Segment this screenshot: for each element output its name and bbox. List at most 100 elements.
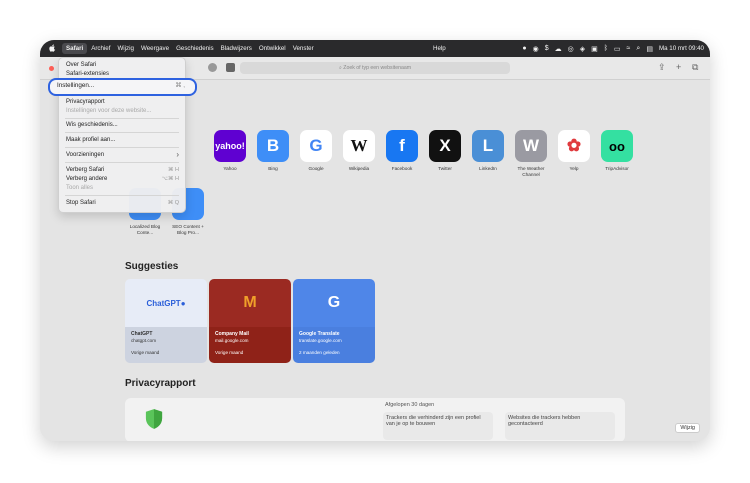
clock[interactable]: Ma 10 mrt 09:40	[659, 45, 704, 52]
menu-weergave[interactable]: Weergave	[141, 45, 169, 52]
menu-item-settings[interactable]: Instellingen... ⌘ ,	[48, 78, 197, 96]
favorite-linkedin[interactable]: L LinkedIn	[468, 130, 508, 172]
privacy-report-card[interactable]: Afgelopen 30 dagen Trackers die verhinde…	[125, 398, 625, 441]
favorite-icon: X	[429, 130, 461, 162]
suggestions-title: Suggesties	[125, 261, 179, 272]
apple-icon[interactable]	[48, 44, 56, 53]
menu-item-privacy-report[interactable]: Privacyrapport	[66, 98, 179, 106]
suggestion-card[interactable]: M Company Mail mail.google.com Vorige maand	[209, 279, 291, 363]
menu-item-quit[interactable]: Stop Safari ⌘ Q	[66, 199, 179, 207]
address-placeholder: Zoek of typ een websitenaam	[343, 65, 412, 71]
suggestion-card[interactable]: G Google Translate translate.google.com 2 m…	[293, 279, 375, 363]
menu-item-about[interactable]: Over Safari	[66, 61, 179, 69]
menu-wijzig[interactable]: Wijzig	[117, 45, 134, 52]
favorite-glyph: G	[309, 136, 323, 155]
tab-overview-icon[interactable]: ⧉	[692, 62, 698, 73]
status-app-icon-1[interactable]: ●	[522, 45, 526, 52]
favorite-glyph: yahoo!	[215, 141, 245, 151]
favorite-label: Localized Blog Conte...	[129, 224, 161, 235]
favorite-icon: ✿	[558, 130, 590, 162]
chevron-right-icon: ›	[176, 150, 179, 159]
menu-ontwikkel[interactable]: Ontwikkel	[259, 45, 286, 52]
favorite-label: Google	[308, 166, 324, 171]
menu-geschiedenis[interactable]: Geschiedenis	[176, 45, 214, 52]
suggestion-url: translate.google.com	[299, 338, 342, 343]
menu-item-hide-others[interactable]: Verberg andere ⌥⌘ H	[66, 175, 179, 183]
privacy-title: Privacyrapport	[125, 378, 196, 389]
edit-button[interactable]: Wijzig	[675, 423, 700, 433]
favorite-label: The Weather Channel	[517, 166, 545, 177]
menu-archief[interactable]: Archief	[91, 45, 110, 52]
suggestion-name: Google Translate	[299, 331, 340, 337]
favorite-glyph: W	[350, 136, 368, 155]
menu-separator	[65, 118, 179, 119]
control-center-icon[interactable]: ▤	[646, 45, 653, 53]
favorite-icon: f	[386, 130, 418, 162]
favorite-icon: yahoo!	[214, 130, 246, 162]
favorite-label: TripAdvisor	[605, 166, 629, 171]
menu-item-hide-safari[interactable]: Verberg Safari ⌘ H	[66, 166, 179, 174]
status-dollar-icon[interactable]: $	[545, 45, 549, 52]
favorite-wikipedia[interactable]: W Wikipedia	[339, 130, 379, 172]
battery-icon[interactable]: ▭	[614, 45, 621, 53]
favorite-label: Bing	[268, 166, 278, 171]
favorite-glyph: L	[482, 136, 494, 155]
suggestion-card[interactable]: ChatGPT● ChatGPT chatgpt.com Vorige maand	[125, 279, 207, 363]
favorite-glyph: B	[266, 136, 280, 155]
share-icon[interactable]: ⇪	[658, 62, 666, 73]
menu-separator	[65, 147, 179, 148]
suggestion-time: 2 maanden geleden	[299, 350, 340, 355]
favorite-glyph: f	[399, 136, 405, 155]
favorite-icon: B	[257, 130, 289, 162]
search-icon[interactable]: ⌕	[636, 45, 640, 53]
favorite-label: Yelp	[569, 166, 579, 171]
new-tab-icon[interactable]: +	[676, 62, 681, 72]
menu-item-extensions[interactable]: Safari-extensies	[66, 70, 179, 78]
favorite-facebook[interactable]: f Facebook	[382, 130, 422, 172]
menu-venster[interactable]: Venster	[293, 45, 314, 52]
favorite-icon: W	[515, 130, 547, 162]
menu-separator	[65, 195, 179, 196]
favorite-icon: W	[343, 130, 375, 162]
status-app-icon-4[interactable]: ◈	[580, 45, 585, 53]
favorite-bing[interactable]: B Bing	[253, 130, 293, 172]
suggestion-time: Vorige maand	[215, 350, 244, 355]
favorite-label: Wikipedia	[348, 166, 370, 171]
address-bar[interactable]: ⌕ Zoek of typ een websitenaam	[240, 62, 510, 74]
suggestion-name: Company Mail	[215, 331, 249, 337]
wifi-icon[interactable]: ≈	[627, 45, 631, 52]
menu-item-settings-shortcut: ⌘ ,	[175, 82, 185, 89]
menu-item-create-profile[interactable]: Maak profiel aan...	[66, 136, 179, 144]
status-app-icon-3[interactable]: ◎	[568, 45, 574, 53]
status-app-icon-2[interactable]: ◉	[533, 45, 539, 53]
favorite-glyph: oo	[609, 138, 625, 154]
cloud-icon[interactable]: ☁	[555, 45, 562, 53]
screen-frame: Safari Archief Wijzig Weergave Geschiede…	[40, 40, 710, 441]
menu-item-clear-history[interactable]: Wis geschiedenis...	[66, 121, 179, 129]
favorite-yelp[interactable]: ✿ Yelp	[554, 130, 594, 172]
favorite-icon: oo	[601, 130, 633, 162]
favorite-yahoo[interactable]: yahoo! Yahoo	[210, 130, 250, 172]
favorite-glyph: ✿	[566, 136, 582, 155]
websites-contacted-label: Websites die trackers hebben gecontactee…	[505, 412, 615, 440]
menu-item-services[interactable]: Voorzieningen ›	[66, 151, 179, 159]
shield-icon	[145, 409, 163, 429]
favorite-tripadvisor[interactable]: oo TripAdvisor	[597, 130, 637, 172]
close-window-button[interactable]	[49, 66, 54, 71]
shield-icon[interactable]	[208, 63, 217, 72]
favorite-the-weather-channel[interactable]: W The Weather Channel	[511, 130, 551, 178]
suggestion-logo: G	[327, 294, 341, 311]
menu-separator	[65, 162, 179, 163]
favorite-glyph: X	[439, 136, 451, 155]
menu-item-show-all: Toon alles	[66, 185, 94, 191]
menu-safari[interactable]: Safari	[62, 43, 88, 54]
menu-item-website-settings: Instellingen voor deze website...	[66, 108, 152, 114]
bluetooth-icon[interactable]: ᛒ	[604, 45, 608, 52]
favorite-google[interactable]: G Google	[296, 130, 336, 172]
menu-help[interactable]: Help	[433, 45, 446, 52]
extension-icon[interactable]	[226, 63, 235, 72]
favorite-twitter[interactable]: X Twitter	[425, 130, 465, 172]
status-area: ● ◉ $ ☁ ◎ ◈ ▣ ᛒ ▭ ≈ ⌕ ▤ Ma 10 mrt 09:40	[522, 40, 704, 57]
menu-bladwijzers[interactable]: Bladwijzers	[221, 45, 252, 52]
picture-icon[interactable]: ▣	[591, 45, 598, 53]
